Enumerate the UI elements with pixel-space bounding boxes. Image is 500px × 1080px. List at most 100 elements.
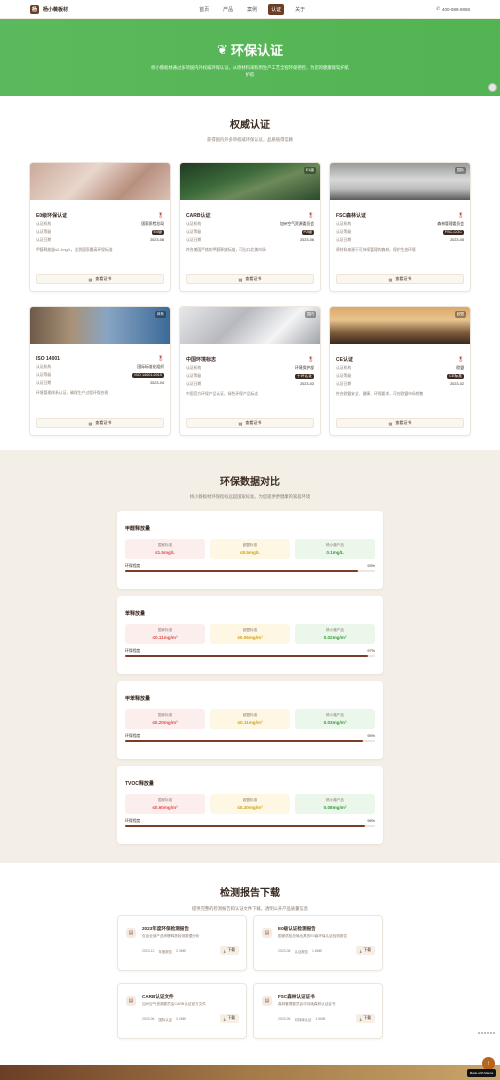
metric-value: 0.1mg/L xyxy=(326,550,344,555)
download-button[interactable]: ⤓ 下载 xyxy=(219,1014,239,1023)
report-description: 国家质检总局出具的E0级环保认证检测报告 xyxy=(278,934,348,938)
cert-head: E0级环保认证 🎖 xyxy=(36,212,164,220)
metric-value: 0.03mg/m³ xyxy=(323,720,347,725)
document-icon: ▤ xyxy=(88,420,93,426)
floating-widget-icon[interactable] xyxy=(488,83,497,92)
nav-item[interactable]: 产品 xyxy=(220,4,236,15)
cert-level-value: 十环认证 xyxy=(294,374,314,379)
cert-field-label: 认证机构 xyxy=(186,222,202,226)
progress-percent: 95% xyxy=(367,734,375,738)
view-certificate-button[interactable]: ▤ 查看证书 xyxy=(36,418,164,428)
cert-card: 国际 FSC森林认证 🎖 认证机构 森林管理委员会 认证等级 FSC-COC 认证日期 2023… xyxy=(329,162,471,292)
metric-value-box: 杨小薇产品 0.02mg/m³ xyxy=(295,624,375,644)
nav-item[interactable]: 首页 xyxy=(196,4,212,15)
metric-value-box: 杨小薇产品 0.03mg/m³ xyxy=(295,709,375,729)
metric-value-box: 欧盟标准 ≤0.06mg/m³ xyxy=(210,624,290,644)
nav-item[interactable]: 认证 xyxy=(268,3,285,15)
metric-value-box: 国家标准 ≤1.5mg/L xyxy=(125,539,205,559)
cert-description: 环境管理体系认证，确保生产过程环保合规 xyxy=(36,391,109,395)
cert-org-value: 国际标准化组织 xyxy=(137,365,164,369)
cert-image xyxy=(30,163,170,200)
comparison-subtitle: 杨小薇板材环保指标远超国家标准，为您提供更健康的家居环境 xyxy=(189,494,311,499)
cert-field-label: 认证日期 xyxy=(36,238,52,242)
view-certificate-label: 查看证书 xyxy=(245,420,262,425)
report-meta: 2023-06 国际认证 3.2MB xyxy=(142,1017,186,1022)
download-button[interactable]: ⤓ 下载 xyxy=(355,946,375,955)
report-type: 认证报告 xyxy=(294,950,309,954)
cert-card: 国内 中国环境标志 🎖 认证机构 环境保护部 认证等级 十环认证 认证日期 2023-03 中国官… xyxy=(179,306,321,436)
cert-field-label: 认证日期 xyxy=(36,381,52,385)
cert-field-row: 认证日期 2023-03 xyxy=(186,382,314,387)
cert-field-label: 认证日期 xyxy=(186,238,202,242)
brand-logo[interactable]: 杨 杨小薇板材 xyxy=(30,4,68,14)
certifications-title: 权威认证 xyxy=(230,120,270,131)
nav-item[interactable]: 关于 xyxy=(292,4,308,15)
cert-org-value: 森林管理委员会 xyxy=(437,222,464,226)
comparison-title: 环保数据对比 xyxy=(220,477,280,488)
document-icon: ▤ xyxy=(238,420,243,426)
metric-value: ≤0.11mg/m³ xyxy=(152,635,178,640)
cert-name: CE认证 xyxy=(336,357,353,363)
report-size: 1.5MB xyxy=(315,1017,326,1021)
progress-label-row: 环保程度 96% xyxy=(125,819,375,824)
metric-name: 苯释放量 xyxy=(125,611,146,617)
view-certificate-button[interactable]: ▤ 查看证书 xyxy=(336,418,464,428)
metric-value-box: 欧盟标准 ≤0.5mg/L xyxy=(210,539,290,559)
download-label: 下载 xyxy=(363,1016,371,1020)
download-button[interactable]: ⤓ 下载 xyxy=(219,946,239,955)
metric-value: 0.08mg/m³ xyxy=(323,805,347,810)
cert-org-value: 国家质检总局 xyxy=(141,222,164,226)
cert-field-row: 认证等级 ISO 14001:2015 xyxy=(36,373,164,378)
logo-icon: 杨 xyxy=(30,4,39,14)
report-file-icon: ▤ xyxy=(126,996,136,1006)
cert-field-row: 认证等级 FSC-COC xyxy=(336,230,464,235)
cert-level-value: P2级 xyxy=(301,230,314,235)
cert-level-value: E0级 xyxy=(151,230,164,235)
metric-name: TVOC释放量 xyxy=(125,781,154,787)
cert-date-value: 2023-02 xyxy=(450,382,464,386)
cert-field-row: 认证等级 CE标准 xyxy=(336,374,464,379)
phone-contact[interactable]: ✆ 400-888-8888 xyxy=(436,6,470,12)
cert-description: 符合欧盟安全、健康、环保要求，可在欧盟市场销售 xyxy=(336,392,424,396)
cert-category-tag: 欧盟 xyxy=(454,311,466,318)
download-label: 下载 xyxy=(227,1016,235,1020)
report-date: 2023-06 xyxy=(142,1017,155,1021)
report-size: 1.8MB xyxy=(312,949,322,953)
progress-fill xyxy=(125,825,365,827)
reports-section: 检测报告下载 提供完整的检测报告和认证文件下载，透明公开产品质量信息 ▤ 2023… xyxy=(0,863,500,1065)
cert-field-row: 认证机构 国际标准化组织 xyxy=(36,365,164,370)
nav-item[interactable]: 案例 xyxy=(244,4,260,15)
cert-category-tag: 国际 xyxy=(454,167,466,174)
cert-org-value: 环境保护部 xyxy=(295,366,314,370)
metric-standard-label: 国家标准 xyxy=(157,628,173,632)
cert-description: 原材料来源于可持续管理的森林，保护生态环境 xyxy=(336,248,416,252)
view-certificate-button[interactable]: ▤ 查看证书 xyxy=(186,274,314,284)
metric-values: 国家标准 ≤1.5mg/L 欧盟标准 ≤0.5mg/L 杨小薇产品 0.1mg/L xyxy=(125,539,375,559)
metric-value-box: 欧盟标准 ≤0.11mg/m³ xyxy=(210,709,290,729)
download-button[interactable]: ⤓ 下载 xyxy=(355,1014,375,1023)
cert-description: 符合美国严格的甲醛释放标准，可出口北美市场 xyxy=(186,248,266,252)
metric-standard-label: 欧盟标准 xyxy=(242,628,258,632)
view-certificate-label: 查看证书 xyxy=(395,420,412,425)
cert-field-row: 认证日期 2023-06 xyxy=(186,238,314,243)
download-label: 下载 xyxy=(227,948,235,952)
report-title: 2023年度环保检测报告 xyxy=(142,926,189,931)
cert-card: 体系 ISO 14001 🎖 认证机构 国际标准化组织 认证等级 ISO 14001:201… xyxy=(29,306,171,436)
view-certificate-button[interactable]: ▤ 查看证书 xyxy=(186,418,314,428)
cert-field-row: 认证机构 加州空气资源委员会 xyxy=(186,222,314,227)
cert-image: 国内 xyxy=(180,307,320,344)
report-description: 森林管理委员会可持续森林认证证书 xyxy=(278,1002,336,1006)
view-certificate-label: 查看证书 xyxy=(395,276,412,281)
cert-card: E1级 CARB认证 🎖 认证机构 加州空气资源委员会 认证等级 P2级 认证日期 2023-0… xyxy=(179,162,321,292)
made-with-badge[interactable]: Made with Manus xyxy=(467,1069,496,1077)
comparison-card: 甲醛释放量 国家标准 ≤1.5mg/L 欧盟标准 ≤0.5mg/L 杨小薇产品 0.1mg/… xyxy=(117,511,383,589)
report-meta: 2023-08 认证报告 1.8MB xyxy=(278,949,322,954)
view-certificate-button[interactable]: ▤ 查看证书 xyxy=(36,274,164,284)
progress-label: 环保程度 xyxy=(125,564,141,568)
cert-field-label: 认证机构 xyxy=(36,365,52,369)
main-nav: 首页 产品 案例 认证 关于 xyxy=(196,3,308,15)
progress-label: 环保程度 xyxy=(125,734,141,738)
progress-percent: 93% xyxy=(367,564,375,568)
report-file-icon: ▤ xyxy=(262,928,272,938)
view-certificate-button[interactable]: ▤ 查看证书 xyxy=(336,274,464,284)
